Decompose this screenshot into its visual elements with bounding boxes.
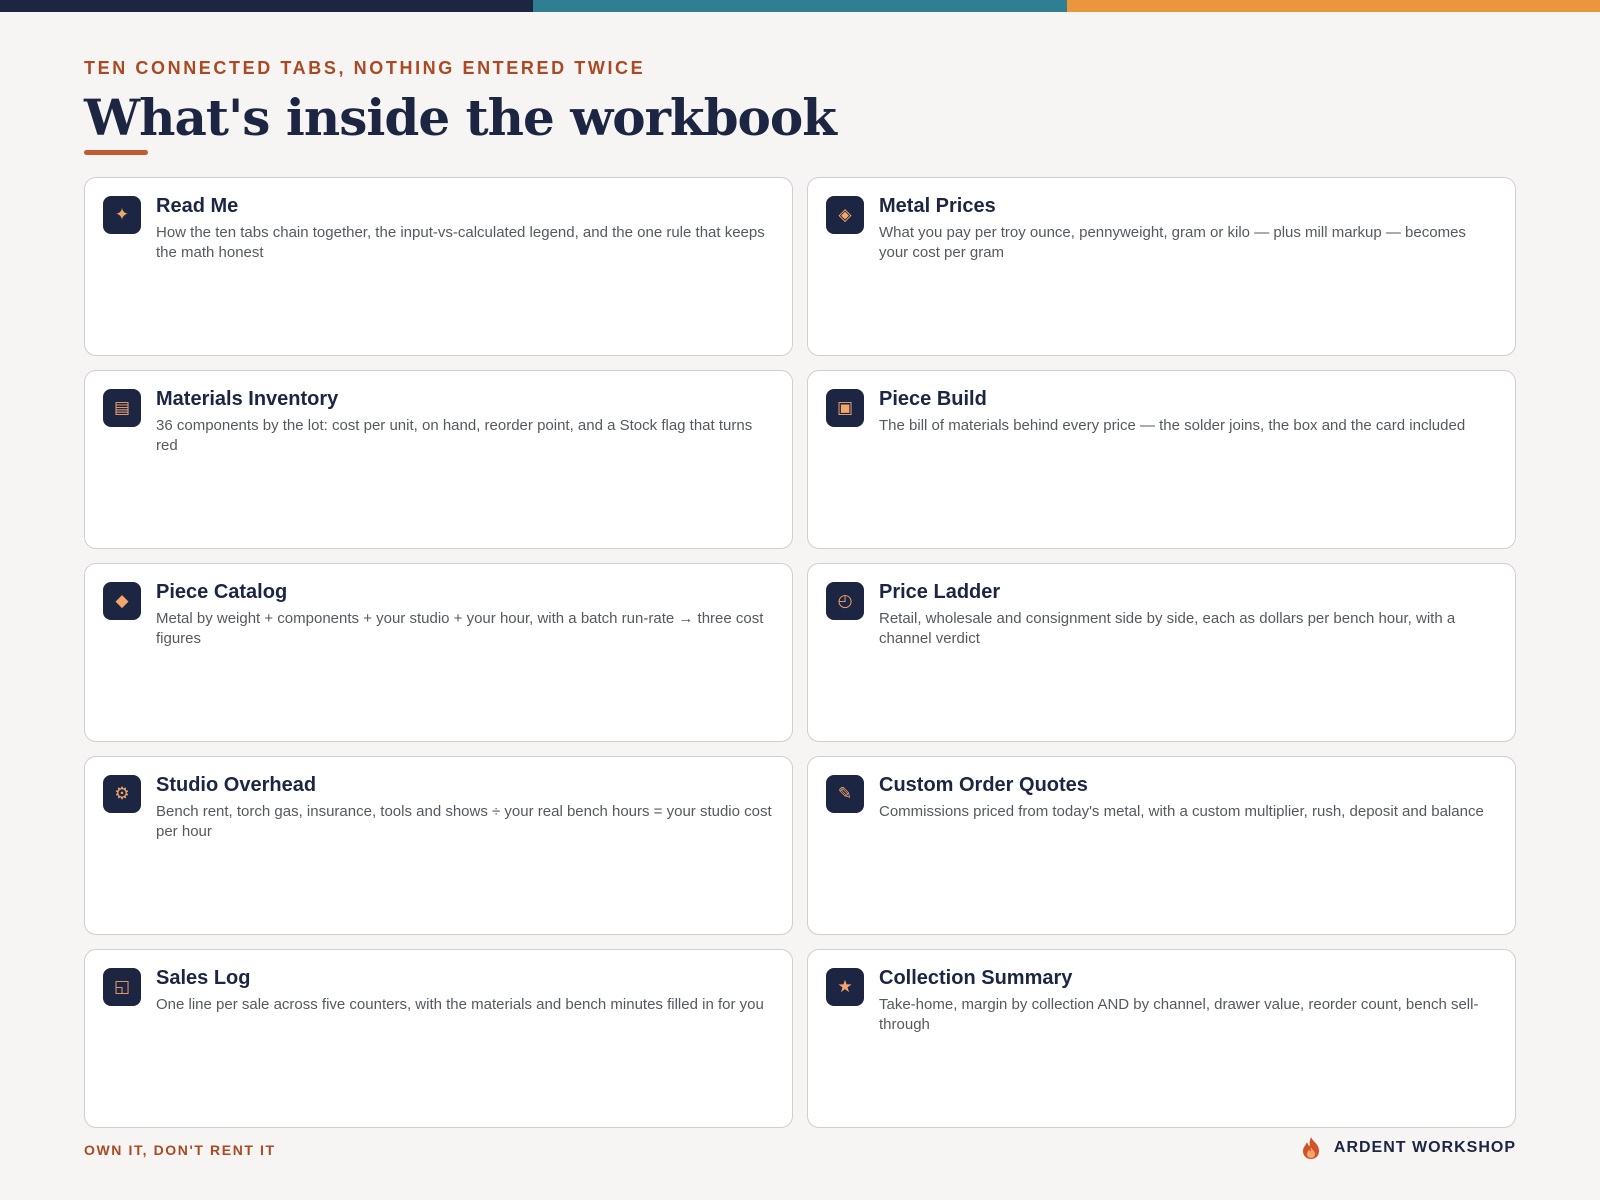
diamond-outline-icon: ◈ [826, 196, 864, 234]
card-title: Studio Overhead [156, 774, 317, 796]
card-metal-prices: ◈ Metal Prices What you pay per troy oun… [807, 177, 1516, 356]
card-title: Metal Prices [879, 195, 996, 217]
clock-icon: ◴ [826, 582, 864, 620]
card-title: Custom Order Quotes [879, 774, 1088, 796]
card-studio-overhead: ⚙ Studio Overhead Bench rent, torch gas,… [84, 756, 793, 935]
card-title: Piece Catalog [156, 581, 288, 603]
card-title: Read Me [156, 195, 239, 217]
eyebrow-text: TEN CONNECTED TABS, NOTHING ENTERED TWIC… [84, 58, 646, 78]
card-title: Piece Build [879, 388, 987, 410]
card-sales-log: ◱ Sales Log One line per sale across fiv… [84, 949, 793, 1128]
star-icon: ★ [826, 968, 864, 1006]
top-bar-orange-segment [1066, 0, 1600, 12]
card-description: Metal by weight + components + your stud… [156, 610, 764, 647]
card-piece-build: ▣ Piece Build The bill of materials behi… [807, 370, 1516, 549]
card-price-ladder: ◴ Price Ladder Retail, wholesale and con… [807, 563, 1516, 742]
card-title: Sales Log [156, 967, 251, 989]
card-description: 36 components by the lot: cost per unit,… [156, 417, 753, 454]
card-description: Take-home, margin by collection AND by c… [879, 996, 1479, 1033]
page-title: What's inside the workbook [84, 88, 837, 147]
brand-name: ARDENT WORKSHOP [1333, 1139, 1516, 1156]
card-description: Bench rent, torch gas, insurance, tools … [156, 803, 772, 840]
gift-box-icon: ▣ [826, 389, 864, 427]
card-piece-catalog: ◆ Piece Catalog Metal by weight + compon… [84, 563, 793, 742]
pencil-icon: ✎ [826, 775, 864, 813]
card-materials-inventory: ▤ Materials Inventory 36 components by t… [84, 370, 793, 549]
card-description: What you pay per troy ounce, pennyweight… [879, 224, 1466, 261]
card-description: One line per sale across five counters, … [156, 996, 764, 1013]
card-title: Price Ladder [879, 581, 1001, 603]
card-description: Commissions priced from today's metal, w… [879, 803, 1484, 820]
gear-icon: ⚙ [103, 775, 141, 813]
flame-icon [1302, 1137, 1319, 1159]
footer-brand: ARDENT WORKSHOP [1300, 1136, 1516, 1160]
card-read-me: ✦ Read Me How the ten tabs chain togethe… [84, 177, 793, 356]
card-title: Materials Inventory [156, 388, 339, 410]
top-bar-teal-segment [533, 0, 1067, 12]
top-color-bar [0, 0, 1600, 12]
card-custom-order-quotes: ✎ Custom Order Quotes Commissions priced… [807, 756, 1516, 935]
list-icon: ▤ [103, 389, 141, 427]
workbook-tabs-grid: ✦ Read Me How the ten tabs chain togethe… [84, 177, 1516, 1128]
card-title: Collection Summary [879, 967, 1073, 989]
diamond-icon: ◆ [103, 582, 141, 620]
card-description: How the ten tabs chain together, the inp… [156, 224, 765, 261]
footer-tagline: OWN IT, DON'T RENT IT [84, 1142, 276, 1158]
card-description: Retail, wholesale and consignment side b… [879, 610, 1456, 647]
sparkle-icon: ✦ [103, 196, 141, 234]
card-collection-summary: ★ Collection Summary Take-home, margin b… [807, 949, 1516, 1128]
ledger-icon: ◱ [103, 968, 141, 1006]
top-bar-navy-segment [0, 0, 534, 12]
title-underline [84, 150, 148, 155]
card-description: The bill of materials behind every price… [879, 417, 1466, 434]
